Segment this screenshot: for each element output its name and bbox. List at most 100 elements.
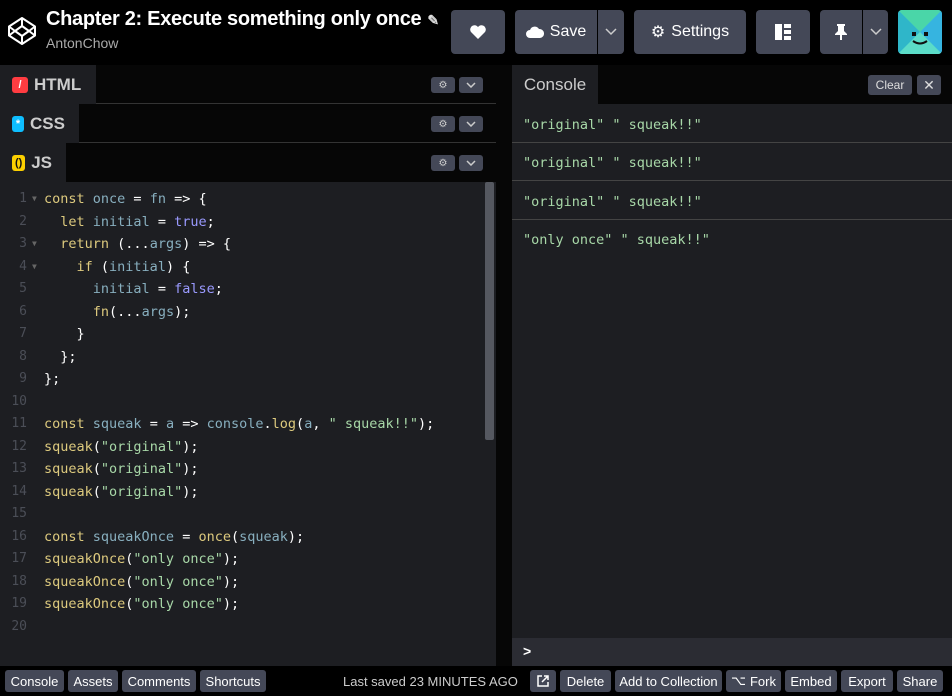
gear-icon: ⚙ [650, 24, 666, 41]
code-line[interactable]: 3 ▼ return (...args) => { [0, 233, 486, 255]
pen-title[interactable]: Chapter 2: Execute something only once ✎ [46, 8, 439, 31]
code-line[interactable]: 17 squeakOnce("only once"); [0, 548, 486, 570]
chevron-down-icon [466, 82, 476, 88]
pin-options-button[interactable] [863, 10, 888, 54]
save-options-button[interactable] [598, 10, 624, 54]
code-line[interactable]: 19 squeakOnce("only once"); [0, 593, 486, 615]
codepen-logo-icon[interactable] [7, 16, 37, 46]
open-external-button[interactable] [530, 670, 556, 692]
code-line[interactable]: 6 fn(...args); [0, 301, 486, 323]
code-text: initial = false; [92, 281, 223, 297]
code-text: const squeak = a => console.log(a, " squ… [44, 416, 435, 432]
footer-bar: Console Assets Comments Shortcuts Last s… [0, 666, 952, 696]
code-line[interactable]: 18 squeakOnce("only once"); [0, 571, 486, 593]
code-line[interactable]: 8 }; [0, 346, 486, 368]
fold-arrow-icon[interactable]: ▼ [32, 188, 37, 210]
css-collapse-button[interactable] [459, 116, 483, 132]
js-panel-header[interactable]: () JS ⚙ [0, 143, 496, 182]
save-label: Save [549, 23, 587, 40]
code-line[interactable]: 5 initial = false; [0, 278, 486, 300]
css-icon: * [12, 115, 25, 132]
code-text: squeakOnce("only once"); [44, 596, 240, 612]
heart-icon [470, 25, 486, 39]
assets-button[interactable]: Assets [68, 670, 118, 692]
console-tab[interactable]: Console [512, 65, 598, 104]
fold-arrow-icon[interactable]: ▼ [32, 233, 37, 255]
author-name[interactable]: AntonChow [46, 35, 118, 51]
code-line[interactable]: 9}; [0, 368, 486, 390]
html-tab[interactable]: / HTML [0, 65, 96, 104]
code-line[interactable]: 20 [0, 616, 486, 638]
code-line[interactable]: 13 squeak("original"); [0, 458, 486, 480]
external-link-icon [537, 675, 549, 687]
css-settings-button[interactable]: ⚙ [431, 116, 455, 132]
js-settings-button[interactable]: ⚙ [431, 155, 455, 171]
js-code-editor[interactable]: 1 ▼ const once = fn => {2 let initial = tr… [0, 182, 486, 666]
code-line[interactable]: 15 [0, 503, 486, 525]
js-tab[interactable]: () JS [0, 143, 66, 182]
html-tab-label: HTML [34, 74, 82, 94]
code-text: squeak("original"); [44, 438, 199, 455]
line-number: 19 [11, 596, 27, 611]
code-line[interactable]: 1 ▼ const once = fn => { [0, 188, 486, 210]
line-number: 2 [19, 213, 27, 229]
html-panel-header[interactable]: / HTML ⚙ [0, 65, 496, 104]
edit-pencil-icon[interactable]: ✎ [427, 12, 439, 29]
comments-button[interactable]: Comments [122, 670, 196, 692]
code-line[interactable]: 10 [0, 391, 486, 413]
line-number: 12 [11, 438, 27, 454]
change-view-button[interactable] [756, 10, 810, 54]
export-button[interactable]: Export [841, 670, 893, 692]
code-line[interactable]: 12 squeak("original"); [0, 436, 486, 458]
css-tab[interactable]: * CSS [0, 104, 79, 143]
css-tab-label: CSS [30, 113, 65, 133]
html-settings-button[interactable]: ⚙ [431, 77, 455, 93]
delete-button[interactable]: Delete [560, 670, 611, 692]
pin-button[interactable] [820, 10, 862, 54]
js-tab-label: JS [31, 152, 52, 172]
add-to-collection-button[interactable]: Add to Collection [615, 670, 722, 692]
editor-scrollbar[interactable] [485, 182, 494, 440]
console-entry: "only once" " squeak!!" [523, 232, 710, 248]
shortcuts-button[interactable]: Shortcuts [200, 670, 266, 692]
code-text: const once = fn => { [44, 191, 207, 207]
line-number: 16 [11, 528, 27, 544]
console-entry: "original" " squeak!!" [512, 105, 952, 143]
code-line[interactable]: 16 const squeakOnce = once(squeak); [0, 526, 486, 548]
html-collapse-button[interactable] [459, 77, 483, 93]
line-number: 17 [11, 551, 27, 566]
code-line[interactable]: 11 const squeak = a => console.log(a, " s… [0, 413, 486, 435]
user-avatar[interactable] [898, 10, 942, 54]
console-panel: Console Clear ✕ "original" " squeak!!" "… [512, 65, 952, 666]
console-entry: "original" " squeak!!" [512, 182, 952, 220]
settings-label: Settings [671, 23, 730, 40]
embed-button[interactable]: Embed [785, 670, 837, 692]
line-number: 11 [11, 416, 27, 431]
line-number: 9 [19, 371, 27, 386]
save-button[interactable]: Save [515, 10, 597, 54]
avatar-image [898, 10, 942, 54]
line-number: 5 [19, 281, 27, 296]
fork-button[interactable]: ⌥ Fork [726, 670, 781, 692]
fold-arrow-icon[interactable]: ▼ [32, 256, 37, 278]
gear-icon: ⚙ [438, 79, 448, 91]
css-panel-header[interactable]: * CSS ⚙ [0, 104, 496, 143]
console-input[interactable]: > [512, 638, 952, 666]
panel-resizer[interactable] [496, 65, 512, 666]
gear-icon: ⚙ [438, 157, 448, 169]
close-console-button[interactable]: ✕ [917, 75, 941, 95]
js-icon: () [12, 154, 26, 171]
html-icon: / [12, 76, 28, 93]
settings-button[interactable]: ⚙ Settings [634, 10, 746, 54]
console-toggle-button[interactable]: Console [5, 670, 64, 692]
code-line[interactable]: 4 ▼ if (initial) { [0, 256, 486, 278]
code-line[interactable]: 7 } [0, 323, 486, 345]
line-number: 7 [19, 326, 27, 341]
heart-button[interactable] [451, 10, 505, 54]
share-button[interactable]: Share [897, 670, 943, 692]
code-line[interactable]: 2 let initial = true; [0, 211, 486, 233]
code-line[interactable]: 14 squeak("original"); [0, 481, 486, 503]
js-collapse-button[interactable] [459, 155, 483, 171]
clear-console-button[interactable]: Clear [868, 75, 912, 95]
line-number: 8 [19, 348, 27, 364]
